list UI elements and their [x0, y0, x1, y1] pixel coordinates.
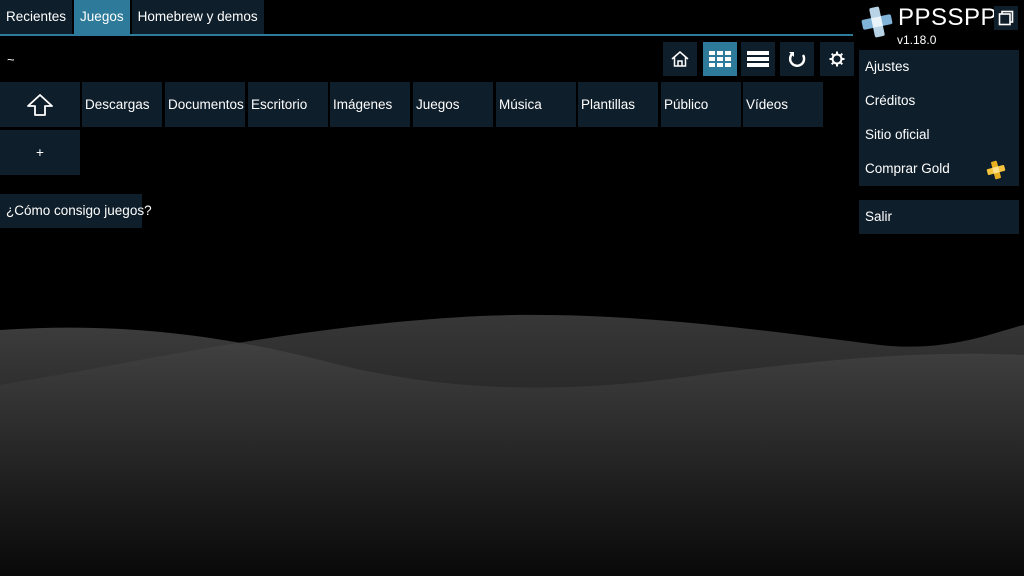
arrow-up-icon: [27, 93, 53, 116]
gear-icon: [829, 51, 845, 67]
main-menu: Ajustes Créditos Sitio oficial Comprar G…: [859, 50, 1019, 186]
menu-settings[interactable]: Ajustes: [859, 50, 1019, 84]
tab-games[interactable]: Juegos: [74, 0, 130, 34]
folder-music[interactable]: Música: [496, 82, 576, 127]
folder-images[interactable]: Imágenes: [330, 82, 410, 127]
quit-button[interactable]: Salir: [859, 200, 1019, 234]
refresh-button[interactable]: [780, 42, 814, 76]
ppsspp-logo-icon: [861, 6, 893, 38]
menu-buy-gold[interactable]: Comprar Gold: [859, 152, 1019, 186]
menu-website[interactable]: Sitio oficial: [859, 118, 1019, 152]
home-icon: [671, 51, 689, 67]
gold-logo-icon: [986, 160, 1006, 180]
add-folder-button[interactable]: +: [0, 130, 80, 175]
window-restore-icon: [998, 10, 1014, 26]
folder-videos[interactable]: Vídeos: [743, 82, 823, 127]
list-view-button[interactable]: [741, 42, 775, 76]
list-view-icon: [747, 51, 769, 67]
refresh-icon: [788, 52, 806, 67]
home-button[interactable]: [663, 42, 697, 76]
folder-templates[interactable]: Plantillas: [578, 82, 658, 127]
current-path: ~: [7, 52, 15, 67]
folder-downloads[interactable]: Descargas: [82, 82, 162, 127]
app-version: v1.18.0: [897, 33, 937, 47]
parent-folder-button[interactable]: [0, 82, 80, 127]
settings-button[interactable]: [820, 42, 854, 76]
window-mode-button[interactable]: [994, 6, 1018, 30]
folder-documents[interactable]: Documentos: [165, 82, 245, 127]
folder-desktop[interactable]: Escritorio: [248, 82, 328, 127]
folder-public[interactable]: Público: [661, 82, 741, 127]
app-name: PPSSPP: [898, 4, 998, 31]
tab-recent[interactable]: Recientes: [0, 0, 73, 34]
folder-games[interactable]: Juegos: [413, 82, 493, 127]
grid-view-icon: [709, 51, 731, 67]
tab-homebrew[interactable]: Homebrew y demos: [131, 0, 264, 34]
menu-buy-gold-label: Comprar Gold: [865, 161, 950, 176]
tab-bar: Recientes Juegos Homebrew y demos: [0, 0, 266, 34]
how-to-get-games-button[interactable]: ¿Cómo consigo juegos?: [0, 194, 152, 228]
menu-credits[interactable]: Créditos: [859, 84, 1019, 118]
tab-underline: [0, 34, 853, 36]
grid-view-button[interactable]: [703, 42, 737, 76]
